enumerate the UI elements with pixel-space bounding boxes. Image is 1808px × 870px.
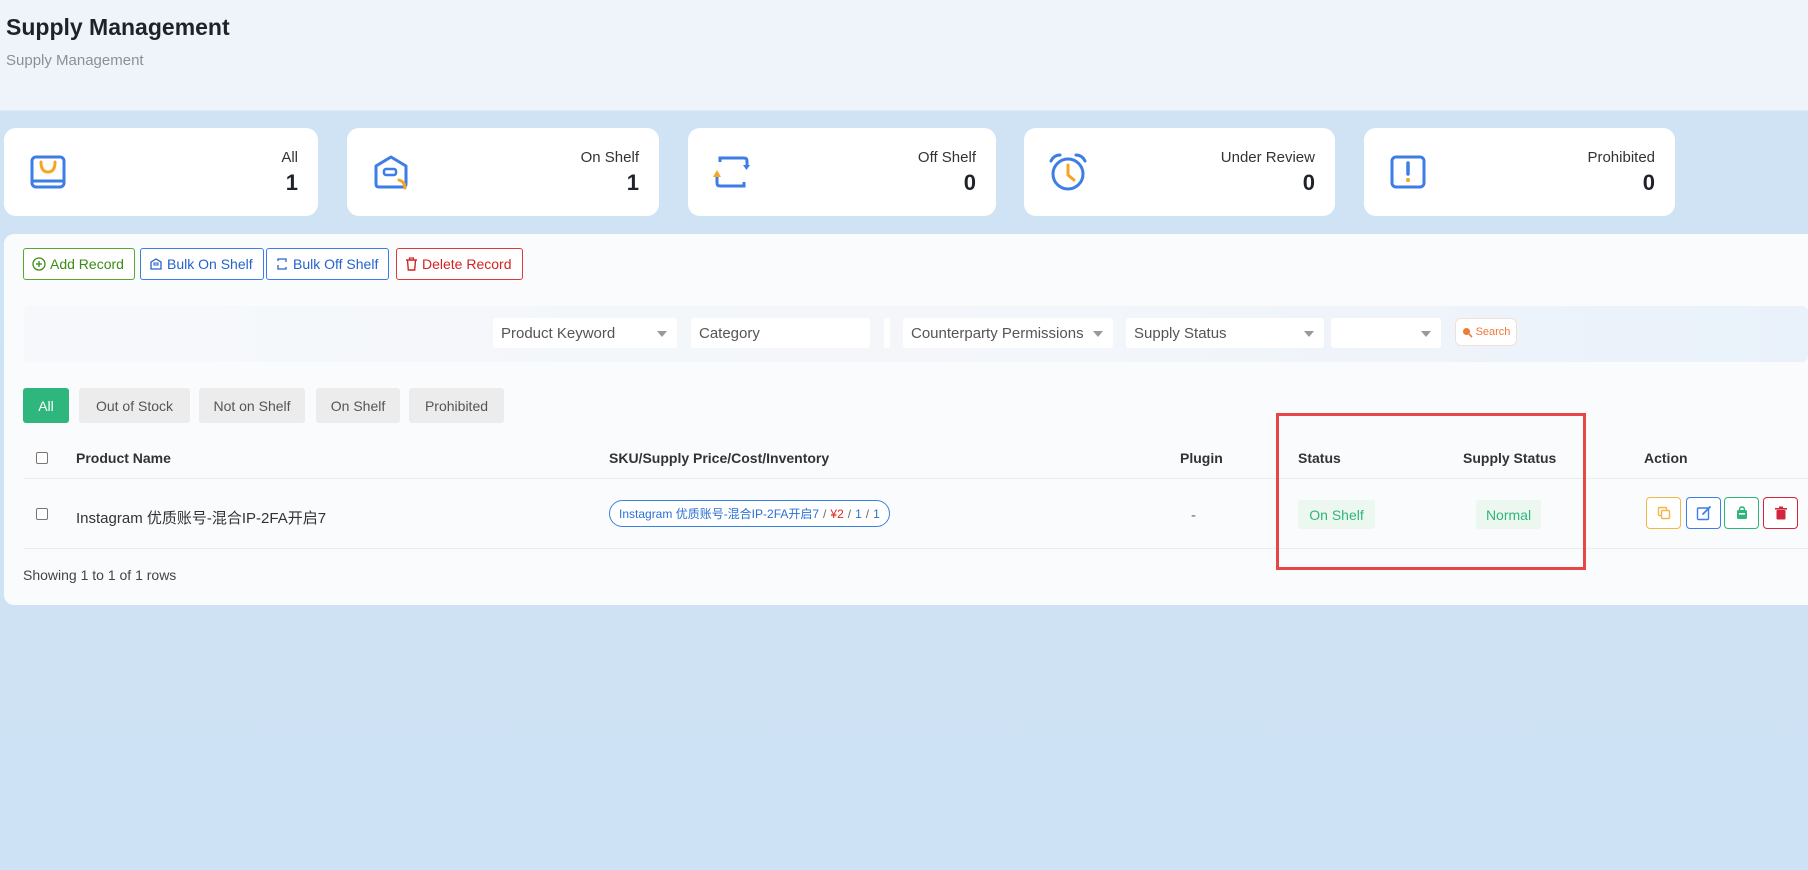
stat-value: 1	[285, 170, 298, 195]
chevron-down-icon	[1093, 331, 1103, 337]
sku-supply-price: ¥2	[830, 506, 844, 521]
chevron-down-icon	[1304, 331, 1314, 337]
product-name-cell: Instagram 优质账号-混合IP-2FA开启7	[76, 510, 327, 527]
stat-label: Off Shelf	[917, 149, 976, 166]
column-header-status[interactable]: Status	[1298, 450, 1341, 466]
column-header-sku[interactable]: SKU/Supply Price/Cost/Inventory	[609, 450, 829, 466]
stat-value: 0	[963, 170, 976, 195]
shop-bag-icon	[1736, 506, 1747, 519]
search-label: Search	[1475, 326, 1511, 338]
delete-button[interactable]	[1763, 497, 1798, 529]
search-icon	[1462, 327, 1473, 338]
product-keyword-placeholder: Product Keyword	[501, 324, 616, 342]
tab-on-shelf[interactable]: On Shelf	[316, 388, 400, 423]
plugin-cell: -	[1191, 507, 1196, 524]
supply-status-select[interactable]: Supply Status	[1126, 318, 1324, 348]
column-header-supply-status[interactable]: Supply Status	[1463, 450, 1556, 466]
stat-card-on-shelf[interactable]: On Shelf 1	[347, 128, 659, 216]
copy-button[interactable]	[1646, 497, 1681, 529]
chevron-down-icon	[657, 331, 667, 337]
select-all-checkbox[interactable]	[36, 452, 48, 464]
category-placeholder: Category	[699, 324, 760, 342]
copy-icon	[1657, 506, 1670, 520]
filter-divider	[884, 318, 890, 348]
plus-circle-icon	[32, 257, 46, 271]
sku-separator: /	[865, 506, 870, 521]
column-header-plugin[interactable]: Plugin	[1180, 450, 1223, 466]
sku-separator: /	[847, 506, 852, 521]
supply-status-badge: Normal	[1476, 500, 1541, 529]
add-record-button[interactable]: Add Record	[23, 248, 135, 280]
bulk-off-shelf-button[interactable]: Bulk Off Shelf	[266, 248, 390, 280]
tab-not-on-shelf[interactable]: Not on Shelf	[199, 388, 305, 423]
sku-name: Instagram 优质账号-混合IP-2FA开启7	[619, 507, 820, 521]
stat-card-off-shelf[interactable]: Off Shelf 0	[688, 128, 996, 216]
trash-icon	[406, 257, 417, 271]
tab-label: On Shelf	[330, 397, 386, 414]
warning-icon	[1390, 155, 1426, 189]
add-record-label: Add Record	[50, 256, 124, 272]
stat-card-under-review[interactable]: Under Review 0	[1024, 128, 1335, 216]
supply-status-placeholder: Supply Status	[1134, 324, 1227, 342]
tab-label: Prohibited	[424, 397, 489, 414]
stat-label: On Shelf	[580, 149, 639, 166]
sku-inventory: 1	[873, 506, 880, 521]
search-button[interactable]: Search	[1455, 318, 1517, 346]
stat-value: 1	[626, 170, 639, 195]
counterparty-permissions-select[interactable]: Counterparty Permissions	[903, 318, 1113, 348]
column-header-product-name[interactable]: Product Name	[76, 450, 171, 466]
product-keyword-select[interactable]: Product Keyword	[493, 318, 677, 348]
stat-card-all[interactable]: All 1	[4, 128, 318, 216]
page-header: Supply Management Supply Management	[0, 0, 1808, 110]
sku-separator: /	[823, 506, 827, 521]
swap-arrows-icon	[713, 156, 750, 188]
bulk-on-shelf-label: Bulk On Shelf	[167, 256, 253, 272]
tab-label: All	[38, 397, 54, 414]
stat-value: 0	[1302, 170, 1315, 195]
delete-record-label: Delete Record	[422, 256, 512, 272]
box-shelf-icon	[374, 155, 408, 190]
status-badge: On Shelf	[1298, 500, 1375, 529]
tab-label: Out of Stock	[95, 397, 174, 414]
shelf-swap-icon	[277, 258, 287, 270]
stat-label: Under Review	[1220, 149, 1315, 166]
counterparty-permissions-placeholder: Counterparty Permissions	[911, 324, 1084, 342]
shelf-button[interactable]	[1724, 497, 1759, 529]
stat-card-prohibited[interactable]: Prohibited 0	[1364, 128, 1675, 216]
sku-cost: 1	[855, 506, 862, 521]
row-checkbox[interactable]	[36, 508, 48, 520]
trash-icon	[1774, 506, 1787, 520]
alarm-clock-icon	[1049, 153, 1087, 191]
pagination-info: Showing 1 to 1 of 1 rows	[23, 567, 177, 583]
edit-icon	[1696, 506, 1711, 521]
delete-record-button[interactable]: Delete Record	[396, 248, 523, 280]
shelf-up-icon	[150, 258, 162, 270]
shopping-bag-icon	[30, 155, 66, 189]
stat-label: Prohibited	[1587, 149, 1655, 166]
page-title: Supply Management	[6, 14, 230, 40]
bulk-on-shelf-button[interactable]: Bulk On Shelf	[140, 248, 264, 280]
category-input[interactable]: Category	[691, 318, 870, 348]
stat-value: 0	[1642, 170, 1655, 195]
table-header-divider	[24, 478, 1808, 479]
column-header-action: Action	[1644, 450, 1688, 466]
stat-label: All	[281, 149, 298, 166]
bulk-off-shelf-label: Bulk Off Shelf	[293, 256, 379, 272]
extra-select[interactable]	[1331, 318, 1441, 348]
table-row-divider	[24, 548, 1808, 549]
edit-button[interactable]	[1686, 497, 1721, 529]
chevron-down-icon	[1421, 331, 1431, 337]
sku-pill[interactable]: Instagram 优质账号-混合IP-2FA开启7 / ¥2 / 1 / 1	[609, 500, 890, 527]
tab-out-of-stock[interactable]: Out of Stock	[79, 388, 190, 423]
tab-all[interactable]: All	[23, 388, 69, 423]
tab-prohibited[interactable]: Prohibited	[409, 388, 504, 423]
tab-label: Not on Shelf	[213, 397, 291, 414]
page-subtitle: Supply Management	[6, 52, 144, 69]
